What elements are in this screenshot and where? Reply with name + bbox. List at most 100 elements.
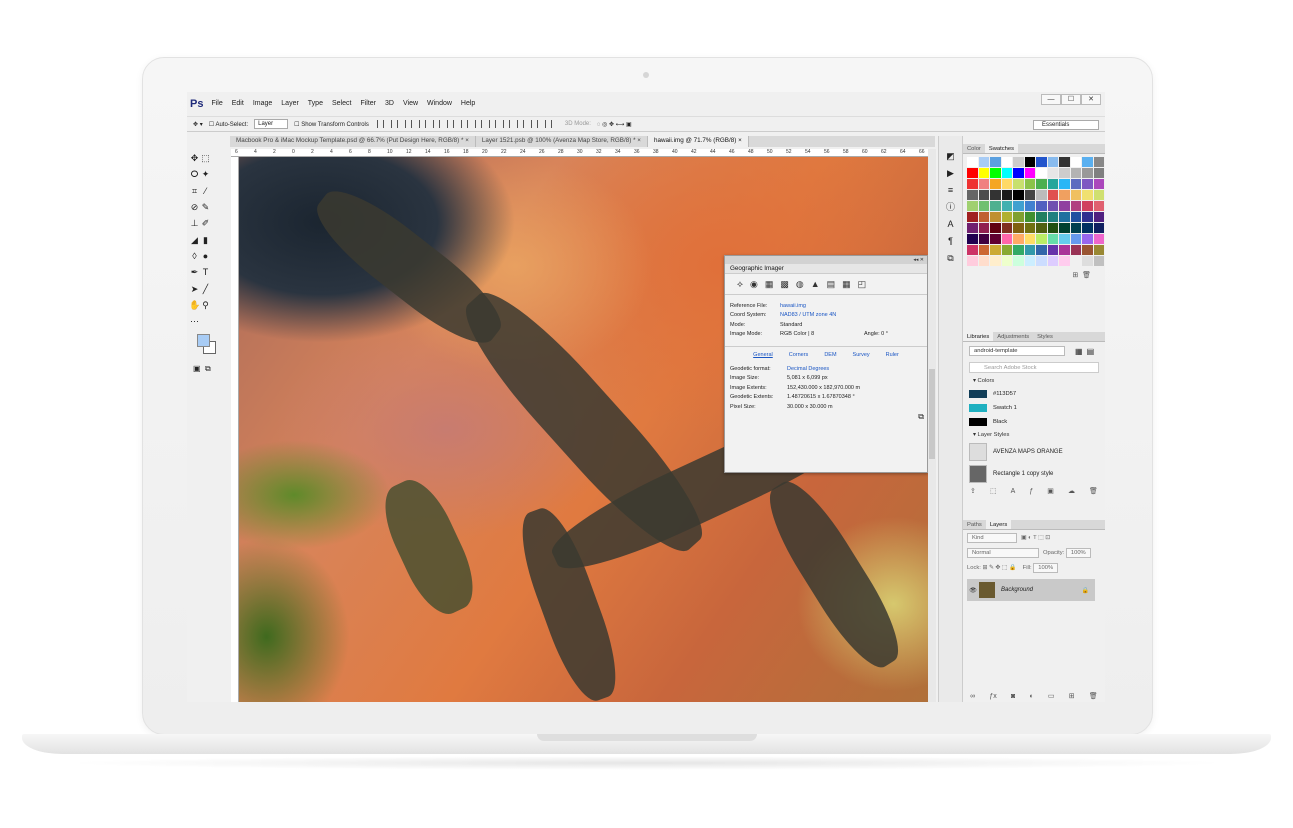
history-brush-icon[interactable]: ✐ (200, 218, 211, 228)
crop-icon[interactable]: ⌗ (189, 186, 200, 196)
color-swatch[interactable] (1036, 157, 1047, 167)
color-swatch[interactable] (978, 168, 989, 178)
eraser-icon[interactable]: ◢ (189, 235, 200, 245)
color-swatch[interactable] (1001, 168, 1012, 178)
more-tools-icon[interactable]: ⋯ (189, 316, 200, 326)
reference-file-link[interactable]: hawaii.img (780, 303, 806, 309)
dodge-icon[interactable]: ● (200, 251, 211, 261)
minimize-button[interactable]: — (1041, 94, 1061, 105)
color-swatch[interactable] (1047, 201, 1058, 211)
color-swatch[interactable] (1013, 212, 1024, 222)
color-swatch[interactable] (1024, 190, 1035, 200)
color-swatch[interactable] (1001, 179, 1012, 189)
quick-mask-icon[interactable]: ▣ ⧉ (193, 364, 211, 374)
transform-icon[interactable]: ◍ (796, 279, 804, 290)
list-view-icon[interactable]: ▤ (1087, 347, 1095, 356)
canvas-scrollbar[interactable] (928, 149, 936, 702)
color-swatch[interactable] (1093, 212, 1104, 222)
color-swatch[interactable] (1024, 179, 1035, 189)
color-swatch[interactable] (1070, 223, 1081, 233)
color-swatch[interactable] (1082, 256, 1093, 266)
color-swatch[interactable] (1059, 234, 1070, 244)
color-swatch[interactable] (1047, 190, 1058, 200)
color-swatch[interactable] (1036, 234, 1047, 244)
color-swatch[interactable] (1013, 223, 1024, 233)
color-swatch[interactable] (967, 201, 978, 211)
color-swatch[interactable] (978, 256, 989, 266)
library-color[interactable]: Black (963, 415, 1105, 429)
menu-view[interactable]: View (403, 100, 418, 107)
menu-edit[interactable]: Edit (232, 100, 244, 107)
foreground-color-swatch[interactable] (197, 334, 210, 347)
color-swatch[interactable] (1093, 179, 1104, 189)
color-swatch[interactable] (1070, 201, 1081, 211)
distribute-right-icon[interactable] (530, 120, 538, 128)
stamp-icon[interactable]: ⊥ (189, 218, 200, 228)
upload-icon[interactable]: ⇪ (970, 487, 976, 495)
color-swatch[interactable] (990, 168, 1001, 178)
menu-3d[interactable]: 3D (385, 100, 394, 107)
color-swatch[interactable] (1036, 168, 1047, 178)
filter-icons[interactable]: ▣ ◐ T ⬚ ⊡ (1021, 535, 1050, 541)
color-swatch[interactable] (1070, 234, 1081, 244)
color-swatch[interactable] (967, 179, 978, 189)
move-tool-icon[interactable]: ✥ ▾ (193, 121, 203, 128)
mask-icon[interactable]: ◙ (1011, 693, 1015, 700)
georeference-icon[interactable]: ⟡ (737, 279, 743, 290)
color-swatch[interactable] (1070, 157, 1081, 167)
color-swatch[interactable] (1070, 168, 1081, 178)
auto-select-dropdown[interactable]: Layer (254, 119, 289, 129)
fill-field[interactable]: 100% (1033, 562, 1059, 573)
color-swatch[interactable] (1093, 168, 1104, 178)
clone-source-icon[interactable]: ⧉ (939, 250, 962, 267)
color-swatch[interactable] (1070, 179, 1081, 189)
color-swatch[interactable] (1047, 168, 1058, 178)
blur-icon[interactable]: ◊ (189, 251, 200, 261)
color-swatch[interactable] (967, 168, 978, 178)
color-swatch[interactable] (1047, 212, 1058, 222)
color-swatch[interactable] (1093, 256, 1104, 266)
color-swatch[interactable] (1013, 245, 1024, 255)
menu-select[interactable]: Select (332, 100, 351, 107)
adjustment-icon[interactable]: ◐ (1029, 693, 1033, 700)
color-swatch[interactable] (1070, 256, 1081, 266)
color-swatch[interactable] (1013, 234, 1024, 244)
color-swatch[interactable] (1013, 179, 1024, 189)
layer-row-background[interactable]: 👁 Background 🔒 (967, 579, 1095, 601)
color-swatch[interactable] (967, 223, 978, 233)
library-style[interactable]: AVENZA MAPS ORANGE (963, 441, 1105, 463)
library-color[interactable]: #113D57 (963, 387, 1105, 401)
kind-filter-dropdown[interactable]: Kind (967, 532, 1017, 543)
color-swatch[interactable] (1047, 234, 1058, 244)
color-swatch[interactable] (1024, 201, 1035, 211)
color-swatch[interactable] (1082, 245, 1093, 255)
add-text-icon[interactable]: A (1011, 488, 1016, 495)
transform-controls-checkbox[interactable]: ☐ Show Transform Controls (294, 121, 369, 128)
workspace-dropdown[interactable]: Essentials (1033, 120, 1099, 130)
color-swatch[interactable] (1036, 212, 1047, 222)
distribute-hcenter-icon[interactable] (516, 120, 524, 128)
color-swatch[interactable] (978, 201, 989, 211)
cloud-icon[interactable]: ☁ (1068, 487, 1075, 495)
color-swatch[interactable] (1082, 212, 1093, 222)
color-swatch[interactable] (1047, 256, 1058, 266)
line-icon[interactable]: ╱ (200, 284, 211, 294)
color-swatch[interactable] (1024, 256, 1035, 266)
tab-layer-1521[interactable]: Layer 1521.psb @ 100% (Avenza Map Store,… (475, 136, 648, 147)
distribute-bottom-icon[interactable] (488, 120, 496, 128)
tab-hawaii-img[interactable]: hawaii.img @ 71.7% (RGB/8) × (647, 136, 749, 147)
color-swatch[interactable] (1036, 223, 1047, 233)
trash-icon[interactable]: 🗑 (1082, 271, 1091, 279)
tiles-icon[interactable]: ▩ (780, 279, 789, 290)
layer-styles-heading[interactable]: ▾ Layer Styles (963, 429, 1105, 441)
color-swatch[interactable] (990, 234, 1001, 244)
colors-heading[interactable]: ▾ Colors (963, 375, 1105, 387)
tab-survey[interactable]: Survey (853, 352, 870, 358)
color-swatch[interactable] (990, 179, 1001, 189)
tab-styles[interactable]: Styles (1033, 332, 1057, 341)
type-icon[interactable]: T (200, 267, 211, 277)
add-color-icon[interactable]: ▣ (1047, 487, 1054, 495)
menu-file[interactable]: File (211, 100, 222, 107)
library-color[interactable]: Swatch 1 (963, 401, 1105, 415)
color-swatch[interactable] (1082, 190, 1093, 200)
